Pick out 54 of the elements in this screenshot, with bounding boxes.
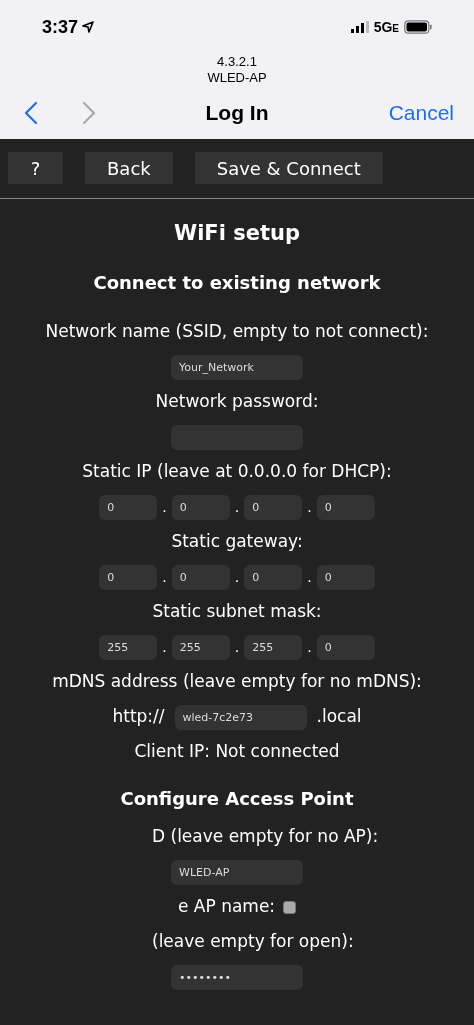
ip-octet-field[interactable]: 0 [244,494,303,520]
section-heading: Connect to existing network [93,271,381,295]
dot-separator: . [307,637,312,657]
dot-separator: . [234,497,240,517]
field-label: Client IP: Not connected [134,740,340,764]
network-type: 5GE [373,17,399,37]
ip-octet-field[interactable]: 0 [316,494,375,520]
url-suffix: .local [316,705,362,729]
ip-octet-field[interactable]: 0 [316,634,375,660]
ip-octet-field[interactable]: 255 [171,634,230,660]
checkbox[interactable] [283,900,297,914]
dot-separator: . [162,497,167,517]
mdns-field[interactable]: wled-7c2e73 [174,704,307,730]
field-label: (leave empty for open): [152,930,354,954]
clock-time: 3:37 [42,15,79,39]
section-heading: Configure Access Point [120,786,354,811]
toolbar-button[interactable]: Save & Connect [194,152,383,184]
dot-separator: . [234,637,240,657]
toolbar-button[interactable]: Back [85,152,173,184]
dot-separator: . [162,567,167,587]
battery-icon [404,20,432,34]
ip-octet-field[interactable]: 255 [244,634,303,660]
ip-octet-field[interactable]: 0 [171,494,230,520]
dot-separator: . [162,637,167,657]
field-label: Static gateway: [171,530,303,554]
text-field[interactable]: •••••••• [171,964,303,990]
page-subtitle: WLED-AP [207,70,267,87]
dot-separator: . [234,567,240,587]
location-icon [82,21,95,33]
field-label: Static IP (leave at 0.0.0.0 for DHCP): [82,460,392,484]
back-icon[interactable] [24,100,38,125]
dot-separator: . [307,567,312,587]
signal-icon [350,21,369,33]
url-prefix: http:// [112,705,165,729]
field-label: e AP name: [178,895,276,919]
ip-octet-field[interactable]: 0 [99,494,158,520]
text-field[interactable]: Your_Network [171,354,303,380]
field-label: Network password: [155,390,319,414]
field-label: Static subnet mask: [152,600,322,624]
ip-octet-field[interactable]: 0 [316,564,375,590]
field-label: Network name (SSID, empty to not connect): [45,320,429,344]
cancel-button[interactable]: Cancel [388,96,454,129]
ip-octet-field[interactable]: 0 [99,564,158,590]
page-host: 4.3.2.1 [217,54,257,71]
ip-octet-field[interactable]: 0 [171,564,230,590]
text-field[interactable]: WLED-AP [171,859,303,885]
toolbar-button[interactable]: ? [8,152,63,184]
ip-octet-field[interactable]: 0 [244,564,303,590]
field-label: D (leave empty for no AP): [152,825,379,849]
page-title: WiFi setup [174,219,300,247]
field-label: mDNS address (leave empty for no mDNS): [52,670,422,694]
dot-separator: . [307,497,312,517]
sheet-title: Log In [205,99,269,126]
ip-octet-field[interactable]: 255 [99,634,158,660]
